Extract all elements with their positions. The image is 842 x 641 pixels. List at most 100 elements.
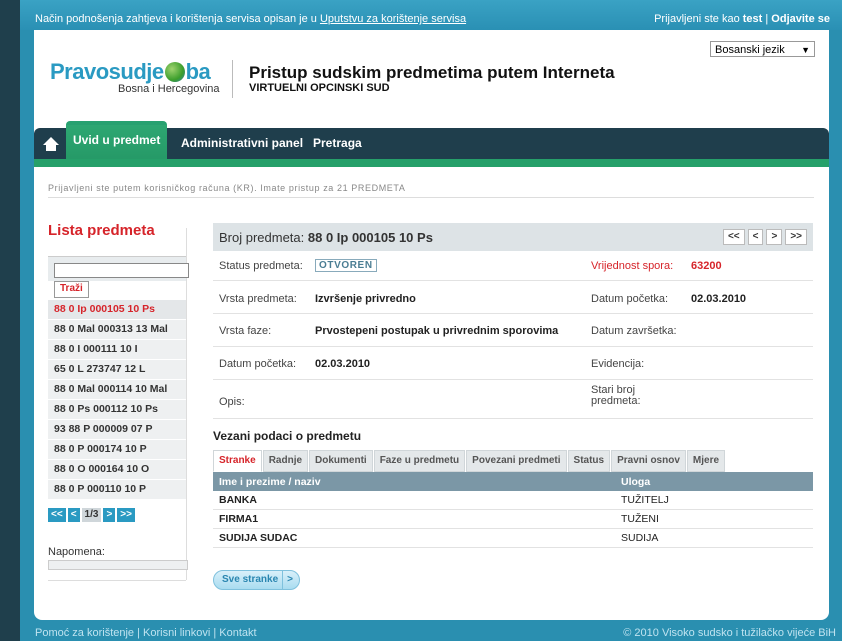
case-last-button[interactable]: >> <box>785 229 807 245</box>
detail-value: Izvršenje privredno <box>315 293 416 305</box>
tab-radnje[interactable]: Radnje <box>262 450 309 472</box>
table-row[interactable]: BANKA TUŽITELJ <box>213 491 813 510</box>
globe-icon <box>164 62 185 82</box>
user-separator: | <box>762 13 772 25</box>
footer-sep: | <box>210 627 220 639</box>
footer-link-useful[interactable]: Korisni linkovi <box>143 627 210 639</box>
tab-status[interactable]: Status <box>567 450 611 472</box>
top-bar: Način podnošenja zahtjeva i korištenja s… <box>20 0 842 30</box>
divider <box>48 197 814 198</box>
tab-pretraga[interactable]: Pretraga <box>306 131 369 159</box>
list-item[interactable]: 88 0 O 000164 10 O <box>48 460 186 480</box>
party-role: TUŽITELJ <box>615 491 813 510</box>
tab-mjere[interactable]: Mjere <box>686 450 726 472</box>
list-item[interactable]: 88 0 Mal 000114 10 Mal <box>48 380 186 400</box>
nav-underline <box>34 159 829 167</box>
search-button[interactable]: Traži <box>54 281 89 298</box>
detail-label: Datum početka: <box>219 358 297 370</box>
logo: Pravosudje ba Bosna i Hercegovina <box>50 59 220 95</box>
column-header: Ime i prezime / naziv <box>213 472 615 491</box>
table-header: Ime i prezime / naziv Uloga <box>213 472 813 491</box>
detail-label: Vrsta faze: <box>219 325 272 337</box>
logo-text-right: ba <box>185 59 211 84</box>
tab-pravni-osnov[interactable]: Pravni osnov <box>611 450 686 472</box>
footer: Pomoć za korištenje | Korisni linkovi | … <box>20 624 842 641</box>
list-item[interactable]: 93 88 P 000009 07 P <box>48 420 186 440</box>
detail-value: 63200 <box>691 260 722 272</box>
footer-link-contact[interactable]: Kontakt <box>219 627 256 639</box>
detail-label: Vrijednost spora: <box>591 260 674 272</box>
main-nav: Uvid u predmet Administrativni panel Pre… <box>34 121 829 163</box>
list-item[interactable]: 88 0 Ip 000105 10 Ps <box>48 300 186 320</box>
related-data-title: Vezani podaci o predmetu <box>213 429 362 443</box>
tab-faze-u-predmetu[interactable]: Faze u predmetu <box>373 450 466 472</box>
all-parties-label: Sve stranke <box>222 574 279 585</box>
list-item[interactable]: 65 0 L 273747 12 L <box>48 360 186 380</box>
case-pager: << < > >> <box>720 229 807 245</box>
footer-links: Pomoć za korištenje | Korisni linkovi | … <box>35 627 257 639</box>
footer-link-help[interactable]: Pomoć za korištenje <box>35 627 134 639</box>
logout-link[interactable]: Odjavite se <box>771 13 830 25</box>
case-next-button[interactable]: > <box>766 229 783 245</box>
tab-uvid-u-predmet[interactable]: Uvid u predmet <box>66 121 168 163</box>
detail-row: Opis: Stari broj predmeta: <box>213 380 813 419</box>
parties-table: Ime i prezime / naziv Uloga BANKA TUŽITE… <box>213 472 813 548</box>
logo-text-left: Pravosudje <box>50 59 164 84</box>
logged-in-label: Prijavljeni ste kao <box>654 13 743 25</box>
case-list-title: Lista predmeta <box>48 222 155 239</box>
pager-next-button[interactable]: > <box>103 508 116 522</box>
username: test <box>742 13 763 25</box>
detail-row: Status predmeta: OTVOREN Vrijednost spor… <box>213 251 813 281</box>
divider <box>48 580 186 581</box>
table-row[interactable]: FIRMA1 TUŽENI <box>213 509 813 529</box>
page-left-strip <box>0 0 20 641</box>
detail-row: Vrsta predmeta: Izvršenje privredno Datu… <box>213 281 813 314</box>
help-note-text: Način podnošenja zahtjeva i korištenja s… <box>35 13 320 25</box>
help-link[interactable]: Uputstvu za korištenje servisa <box>320 13 466 25</box>
status-badge: OTVOREN <box>315 259 377 272</box>
tab-povezani-predmeti[interactable]: Povezani predmeti <box>466 450 567 472</box>
table-row[interactable]: SUDIJA SUDAC SUDIJA <box>213 528 813 548</box>
list-item[interactable]: 88 0 I 000111 10 I <box>48 340 186 360</box>
note-label: Napomena: <box>48 546 105 558</box>
list-item[interactable]: 88 0 P 000174 10 P <box>48 440 186 460</box>
pager-first-button[interactable]: << <box>48 508 66 522</box>
list-item[interactable]: 88 0 P 000110 10 P <box>48 480 186 500</box>
party-role: TUŽENI <box>615 509 813 529</box>
detail-label: Evidencija: <box>591 358 645 370</box>
detail-value: 02.03.2010 <box>691 293 747 305</box>
home-icon[interactable] <box>39 132 63 156</box>
case-list: 88 0 Ip 000105 10 Ps 88 0 Mal 000313 13 … <box>48 300 186 500</box>
list-item[interactable]: 88 0 Mal 000313 13 Mal <box>48 320 186 340</box>
case-prev-button[interactable]: < <box>747 229 764 245</box>
case-details: Status predmeta: OTVOREN Vrijednost spor… <box>213 251 813 419</box>
case-first-button[interactable]: << <box>722 229 745 245</box>
detail-value: 02.03.2010 <box>315 358 371 370</box>
tab-dokumenti[interactable]: Dokumenti <box>309 450 373 472</box>
detail-label: Datum završetka: <box>591 325 677 337</box>
party-name: BANKA <box>213 491 615 510</box>
pager-prev-button[interactable]: < <box>67 508 80 522</box>
party-name: FIRMA1 <box>213 509 615 529</box>
pager-last-button[interactable]: >> <box>117 508 135 522</box>
detail-row: Vrsta faze: Prvostepeni postupak u privr… <box>213 314 813 347</box>
access-info: Prijavljeni ste putem korisničkog računa… <box>48 183 406 193</box>
pager-current: 1/3 <box>81 508 102 522</box>
tab-stranke[interactable]: Stranke <box>213 450 262 472</box>
all-parties-button[interactable]: Sve stranke > <box>213 570 300 590</box>
language-select[interactable]: Bosanski jezik ▼ <box>710 41 815 57</box>
detail-label: Opis: <box>219 396 245 408</box>
logo-subtitle: Bosna i Hercegovina <box>118 83 220 95</box>
detail-label: Status predmeta: <box>219 260 303 272</box>
footer-sep: | <box>134 627 144 639</box>
case-title: Broj predmeta: 88 0 Ip 000105 10 Ps <box>219 230 433 245</box>
detail-label: Datum početka: <box>591 293 669 305</box>
list-item[interactable]: 88 0 Ps 000112 10 Ps <box>48 400 186 420</box>
case-header: Broj predmeta: 88 0 Ip 000105 10 Ps << < >… <box>213 223 813 251</box>
party-role: SUDIJA <box>615 528 813 548</box>
tab-administrativni-panel[interactable]: Administrativni panel <box>174 131 310 159</box>
site-title: Pristup sudskim predmetima putem Interne… <box>249 63 615 82</box>
chevron-down-icon: ▼ <box>801 45 810 55</box>
case-search-input[interactable] <box>54 263 189 278</box>
language-value: Bosanski jezik <box>715 44 785 56</box>
